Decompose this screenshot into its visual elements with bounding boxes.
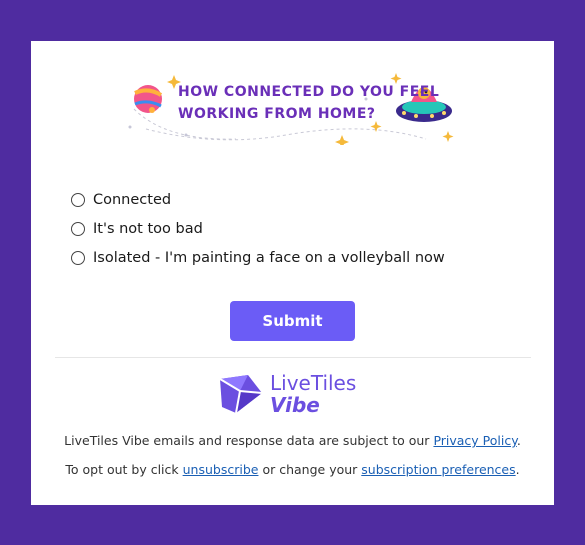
divider: [55, 357, 531, 358]
privacy-notice: LiveTiles Vibe emails and response data …: [31, 433, 554, 448]
opt-out-end: .: [515, 462, 520, 477]
opt-out-text: To opt out by click: [65, 462, 179, 477]
option-label: It's not too bad: [93, 220, 203, 237]
survey-card: How connected do you feel working from h…: [31, 41, 554, 505]
survey-banner: How connected do you feel working from h…: [126, 69, 456, 145]
radio-button[interactable]: [71, 192, 85, 207]
answer-options: Connected It's not too bad Isolated - I'…: [71, 185, 445, 272]
radio-button[interactable]: [71, 221, 85, 236]
submit-button[interactable]: Submit: [230, 301, 355, 341]
privacy-notice-end: .: [516, 433, 521, 448]
option-isolated[interactable]: Isolated - I'm painting a face on a voll…: [71, 243, 445, 272]
opt-out-middle-text: or change your: [262, 462, 358, 477]
logo-text-line1: LiveTiles: [270, 371, 357, 395]
logo-text-line2: Vibe: [270, 393, 320, 417]
subscription-preferences-link[interactable]: subscription preferences: [361, 462, 515, 477]
banner-title-line2: working from home?: [178, 106, 376, 122]
banner-title: How connected do you feel working from h…: [178, 81, 439, 125]
privacy-policy-link[interactable]: Privacy Policy: [433, 433, 516, 448]
banner-title-line1: How connected do you feel: [178, 84, 440, 100]
privacy-notice-text: LiveTiles Vibe emails and response data …: [64, 433, 430, 448]
option-not-too-bad[interactable]: It's not too bad: [71, 214, 445, 243]
unsubscribe-link[interactable]: unsubscribe: [183, 462, 259, 477]
livetiles-vibe-logo: LiveTiles Vibe: [218, 372, 378, 418]
option-connected[interactable]: Connected: [71, 185, 445, 214]
option-label: Connected: [93, 191, 172, 208]
vibe-logo-icon: [219, 375, 263, 414]
option-label: Isolated - I'm painting a face on a voll…: [93, 249, 445, 266]
radio-button[interactable]: [71, 250, 85, 265]
opt-out-notice: To opt out by click unsubscribe or chang…: [31, 462, 554, 477]
